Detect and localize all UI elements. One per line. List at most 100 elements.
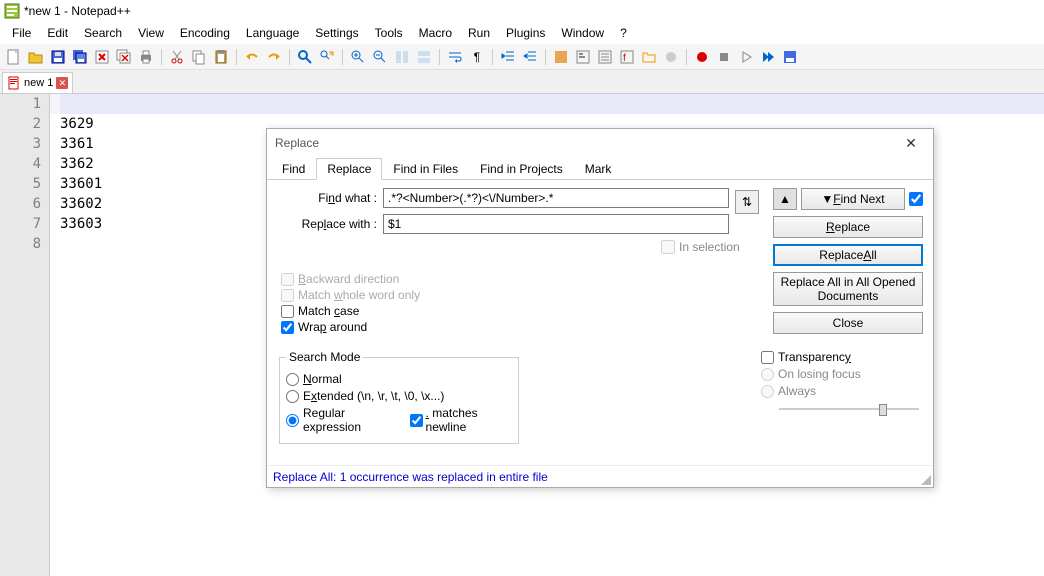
tb-udl-icon[interactable]	[551, 47, 571, 67]
normal-radio-row[interactable]: Normal	[286, 372, 512, 386]
replace-button[interactable]: Replace	[773, 216, 923, 238]
tb-monitor-icon[interactable]	[661, 47, 681, 67]
line-number: 2	[0, 114, 41, 134]
wrap-around-checkbox-row[interactable]: Wrap around	[281, 320, 420, 334]
menu-file[interactable]: File	[4, 24, 39, 42]
file-tab-bar: new 1 ✕	[0, 70, 1044, 94]
find-next-button[interactable]: ▼ Find Next	[801, 188, 905, 210]
tb-close-icon[interactable]	[92, 47, 112, 67]
matches-newline-checkbox-row[interactable]: . matches newline	[410, 406, 512, 434]
menu-tools[interactable]: Tools	[367, 24, 411, 42]
swap-button[interactable]: ⇅	[735, 190, 759, 214]
extended-radio[interactable]	[286, 390, 299, 403]
search-up-button[interactable]: ▲	[773, 188, 797, 210]
tb-zoomin-icon[interactable]	[348, 47, 368, 67]
replace-all-opened-button[interactable]: Replace All in All Opened Documents	[773, 272, 923, 306]
dialog-titlebar[interactable]: Replace ✕	[267, 129, 933, 157]
tb-funclist-icon[interactable]: f	[617, 47, 637, 67]
menu-search[interactable]: Search	[76, 24, 130, 42]
tb-allchars-icon[interactable]: ¶	[467, 47, 487, 67]
match-case-checkbox-row[interactable]: Match case	[281, 304, 420, 318]
menu-run[interactable]: Run	[460, 24, 498, 42]
tb-wordwrap-icon[interactable]	[445, 47, 465, 67]
menu-settings[interactable]: Settings	[307, 24, 366, 42]
tb-find-icon[interactable]	[295, 47, 315, 67]
tb-redo-icon[interactable]	[264, 47, 284, 67]
tb-folder-icon[interactable]	[639, 47, 659, 67]
on-losing-focus-radio	[761, 368, 774, 381]
menu-window[interactable]: Window	[553, 24, 612, 42]
wrap-around-checkbox[interactable]	[281, 321, 294, 334]
tb-record-icon[interactable]	[692, 47, 712, 67]
menu-edit[interactable]: Edit	[39, 24, 76, 42]
tb-saveall-icon[interactable]	[70, 47, 90, 67]
line-number: 4	[0, 154, 41, 174]
match-case-checkbox[interactable]	[281, 305, 294, 318]
menu-bar: File Edit Search View Encoding Language …	[0, 22, 1044, 44]
matches-newline-checkbox[interactable]	[410, 414, 423, 427]
tb-playmulti-icon[interactable]	[758, 47, 778, 67]
menu-plugins[interactable]: Plugins	[498, 24, 553, 42]
extended-radio-row[interactable]: Extended (\n, \r, \t, \0, \x...)	[286, 389, 512, 403]
tab-mark[interactable]: Mark	[574, 158, 623, 180]
tb-docmap-icon[interactable]	[573, 47, 593, 67]
tb-print-icon[interactable]	[136, 47, 156, 67]
replace-all-button[interactable]: Replace All	[773, 244, 923, 266]
regex-radio-row[interactable]: Regular expression . matches newline	[286, 406, 512, 434]
always-radio	[761, 385, 774, 398]
toolbar: ¶ f	[0, 44, 1044, 70]
svg-text:f: f	[623, 53, 626, 64]
dialog-status: Replace All: 1 occurrence was replaced i…	[267, 465, 933, 487]
line-number: 6	[0, 194, 41, 214]
line-number: 3	[0, 134, 41, 154]
tb-doclist-icon[interactable]	[595, 47, 615, 67]
close-button[interactable]: Close	[773, 312, 923, 334]
tb-indent-icon[interactable]	[498, 47, 518, 67]
tb-save-icon[interactable]	[48, 47, 68, 67]
menu-view[interactable]: View	[130, 24, 172, 42]
file-tab-icon	[7, 76, 21, 90]
resize-grip-icon[interactable]	[919, 473, 931, 485]
tb-cut-icon[interactable]	[167, 47, 187, 67]
tb-copy-icon[interactable]	[189, 47, 209, 67]
tb-new-icon[interactable]	[4, 47, 24, 67]
file-tab-close-icon[interactable]: ✕	[56, 77, 68, 89]
menu-macro[interactable]: Macro	[411, 24, 460, 42]
transparency-checkbox[interactable]	[761, 351, 774, 364]
line-number-gutter: 1 2 3 4 5 6 7 8	[0, 94, 50, 576]
line-number: 1	[0, 94, 41, 114]
tb-closeall-icon[interactable]	[114, 47, 134, 67]
tb-undo-icon[interactable]	[242, 47, 262, 67]
tb-stop-icon[interactable]	[714, 47, 734, 67]
regex-radio[interactable]	[286, 414, 299, 427]
search-mode-group: Search Mode Normal Extended (\n, \r, \t,…	[279, 350, 519, 444]
find-next-checkbox[interactable]	[909, 192, 923, 206]
backward-checkbox	[281, 273, 294, 286]
replace-with-input[interactable]	[383, 214, 729, 234]
tb-play-icon[interactable]	[736, 47, 756, 67]
find-what-input[interactable]	[383, 188, 729, 208]
search-mode-legend: Search Mode	[286, 350, 363, 364]
dialog-title: Replace	[275, 136, 319, 150]
tab-replace[interactable]: Replace	[316, 158, 382, 180]
tb-outdent-icon[interactable]	[520, 47, 540, 67]
tab-find-in-projects[interactable]: Find in Projects	[469, 158, 574, 180]
on-losing-focus-radio-row: On losing focus	[761, 367, 921, 381]
tb-open-icon[interactable]	[26, 47, 46, 67]
tb-paste-icon[interactable]	[211, 47, 231, 67]
menu-encoding[interactable]: Encoding	[172, 24, 238, 42]
tb-sync-icon[interactable]	[392, 47, 412, 67]
file-tab[interactable]: new 1 ✕	[2, 72, 73, 93]
tab-find-in-files[interactable]: Find in Files	[382, 158, 469, 180]
dialog-close-icon[interactable]: ✕	[897, 133, 925, 153]
tb-savemacro-icon[interactable]	[780, 47, 800, 67]
tb-syncv-icon[interactable]	[414, 47, 434, 67]
tab-find[interactable]: Find	[271, 158, 316, 180]
menu-language[interactable]: Language	[238, 24, 307, 42]
menu-help[interactable]: ?	[612, 24, 635, 42]
tb-replace-icon[interactable]	[317, 47, 337, 67]
tb-zoomout-icon[interactable]	[370, 47, 390, 67]
transparency-checkbox-row[interactable]: Transparency	[761, 350, 921, 364]
app-icon	[4, 3, 20, 19]
normal-radio[interactable]	[286, 373, 299, 386]
